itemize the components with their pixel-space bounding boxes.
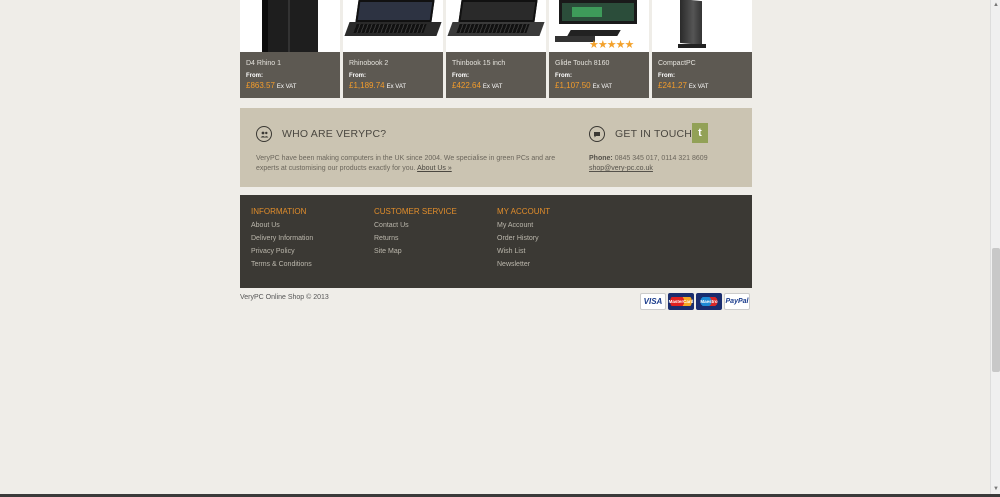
product-info: Glide Touch 8160 From: £1,107.50 Ex VAT <box>549 52 649 98</box>
footer-column-information: INFORMATION About Us Delivery Informatio… <box>251 207 374 276</box>
twitter-icon[interactable]: t <box>692 123 708 143</box>
footer-link-site-map[interactable]: Site Map <box>374 248 497 255</box>
phone-label: Phone: <box>589 155 613 162</box>
email-link[interactable]: shop@very-pc.co.uk <box>589 165 653 172</box>
get-in-touch-section: GET IN TOUCH t Phone: 0845 345 017, 0114… <box>589 123 739 174</box>
product-name[interactable]: D4 Rhino 1 <box>246 60 334 67</box>
product-card[interactable]: ★★★★★ Glide Touch 8160 From: £1,107.50 Ex… <box>549 0 649 98</box>
laptop-keyboard <box>353 24 427 33</box>
footer-link-order-history[interactable]: Order History <box>497 235 620 242</box>
vertical-scrollbar[interactable]: ▲ ▼ <box>990 0 1000 497</box>
paypal-icon: PayPal <box>724 293 750 310</box>
phone-line: Phone: 0845 345 017, 0114 321 8609 <box>589 154 739 164</box>
product-price: £1,189.74 <box>349 81 385 90</box>
all-in-one-image <box>559 0 637 24</box>
product-image[interactable] <box>240 0 340 52</box>
footer-link-terms[interactable]: Terms & Conditions <box>251 261 374 268</box>
ex-vat-label: Ex VAT <box>386 84 407 90</box>
footer-column-customer-service: CUSTOMER SERVICE Contact Us Returns Site… <box>374 207 497 276</box>
footer-heading: CUSTOMER SERVICE <box>374 207 457 216</box>
product-info: Rhinobook 2 From: £1,189.74 Ex VAT <box>343 52 443 98</box>
scroll-up-arrow-icon[interactable]: ▲ <box>991 0 1000 10</box>
ex-vat-label: Ex VAT <box>592 84 613 90</box>
product-info: CompactPC From: £241.27 Ex VAT <box>652 52 752 98</box>
rating-stars-icon: ★★★★★ <box>589 39 634 51</box>
compact-pc-image <box>680 0 702 46</box>
product-image[interactable] <box>446 0 546 52</box>
footer-link-privacy[interactable]: Privacy Policy <box>251 248 374 255</box>
footer-heading: MY ACCOUNT <box>497 207 551 216</box>
product-name[interactable]: Thinbook 15 inch <box>452 60 540 67</box>
payment-cards: VISA MasterCard Maestro PayPal <box>640 293 750 310</box>
footer-heading: INFORMATION <box>251 207 307 216</box>
product-info: Thinbook 15 inch From: £422.64 Ex VAT <box>446 52 546 98</box>
about-text: VeryPC have been making computers in the… <box>256 154 556 174</box>
product-from-label: From: <box>555 73 572 79</box>
phone-numbers: 0845 345 017, 0114 321 8609 <box>614 155 708 162</box>
footer-link-my-account[interactable]: My Account <box>497 222 620 229</box>
product-price: £863.57 <box>246 81 275 90</box>
visa-icon: VISA <box>640 293 666 310</box>
maestro-label: Maestro <box>700 299 718 304</box>
product-image[interactable] <box>652 0 752 52</box>
contact-title: GET IN TOUCH <box>615 128 693 140</box>
about-strip: WHO ARE VERYPC? VeryPC have been making … <box>240 108 752 187</box>
footer-link-about-us[interactable]: About Us <box>251 222 374 229</box>
about-title: WHO ARE VERYPC? <box>282 128 387 140</box>
product-card[interactable]: Rhinobook 2 From: £1,189.74 Ex VAT <box>343 0 443 98</box>
scroll-down-arrow-icon[interactable]: ▼ <box>991 484 1000 494</box>
product-from-label: From: <box>452 73 469 79</box>
product-name[interactable]: Rhinobook 2 <box>349 60 437 67</box>
product-strip: D4 Rhino 1 From: £863.57 Ex VAT Rhinobook… <box>240 0 752 98</box>
laptop-image <box>355 0 435 22</box>
footer-link-newsletter[interactable]: Newsletter <box>497 261 620 268</box>
product-name[interactable]: CompactPC <box>658 60 746 67</box>
product-card[interactable]: D4 Rhino 1 From: £863.57 Ex VAT <box>240 0 340 98</box>
product-price: £1,107.50 <box>555 81 591 90</box>
chat-icon <box>589 126 605 142</box>
product-from-label: From: <box>246 73 263 79</box>
footer-link-wish-list[interactable]: Wish List <box>497 248 620 255</box>
product-price: £422.64 <box>452 81 481 90</box>
product-from-label: From: <box>349 73 366 79</box>
compact-pc-base <box>678 44 706 48</box>
footer-column-my-account: MY ACCOUNT My Account Order History Wish… <box>497 207 620 276</box>
laptop-keyboard <box>456 24 530 33</box>
product-info: D4 Rhino 1 From: £863.57 Ex VAT <box>240 52 340 98</box>
ex-vat-label: Ex VAT <box>482 84 503 90</box>
scroll-thumb[interactable] <box>992 248 1000 372</box>
footer-links: INFORMATION About Us Delivery Informatio… <box>240 195 752 288</box>
product-image[interactable]: ★★★★★ <box>549 0 649 52</box>
mastercard-label: MasterCard <box>668 299 694 304</box>
ex-vat-label: Ex VAT <box>276 84 297 90</box>
laptop-image <box>458 0 538 22</box>
product-card[interactable]: Thinbook 15 inch From: £422.64 Ex VAT <box>446 0 546 98</box>
product-name[interactable]: Glide Touch 8160 <box>555 60 643 67</box>
product-image[interactable] <box>343 0 443 52</box>
footer-link-contact[interactable]: Contact Us <box>374 222 497 229</box>
copyright-text: VeryPC Online Shop © 2013 <box>240 294 329 301</box>
ex-vat-label: Ex VAT <box>688 84 709 90</box>
product-card[interactable]: CompactPC From: £241.27 Ex VAT <box>652 0 752 98</box>
product-price: £241.27 <box>658 81 687 90</box>
maestro-icon: Maestro <box>696 293 722 310</box>
about-us-link[interactable]: About Us » <box>417 165 452 172</box>
tower-pc-image <box>262 0 318 52</box>
who-are-we-section: WHO ARE VERYPC? VeryPC have been making … <box>256 126 556 174</box>
footer-link-delivery[interactable]: Delivery Information <box>251 235 374 242</box>
product-from-label: From: <box>658 73 675 79</box>
mastercard-icon: MasterCard <box>668 293 694 310</box>
people-icon <box>256 126 272 142</box>
about-description: VeryPC have been making computers in the… <box>256 155 556 172</box>
footer-link-returns[interactable]: Returns <box>374 235 497 242</box>
